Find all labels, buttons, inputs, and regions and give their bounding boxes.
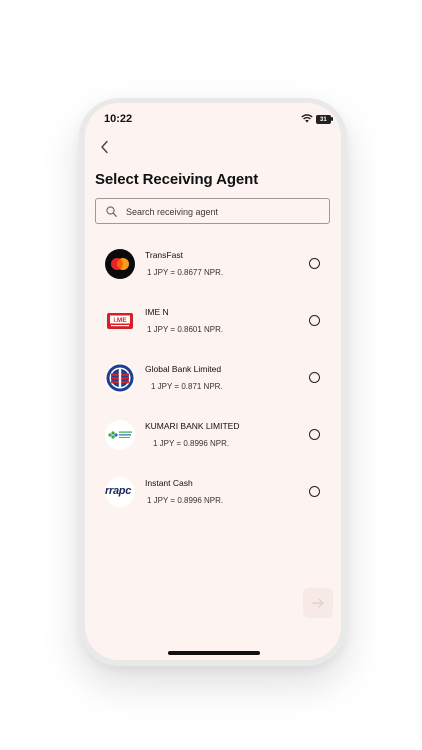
back-chevron-icon[interactable] <box>97 139 113 155</box>
agent-row-kumari-bank[interactable]: KUMARI BANK LIMITED 1 JPY = 0.8996 NPR. <box>85 420 341 477</box>
svg-text:i.ME: i.ME <box>113 317 127 324</box>
kumari-bank-logo <box>105 420 135 450</box>
page-title: Select Receiving Agent <box>95 171 259 188</box>
arrow-right-icon <box>312 598 324 608</box>
agent-rate: 1 JPY = 0.8996 NPR. <box>147 496 224 505</box>
ime-logo: i.ME <box>105 306 135 336</box>
agent-row-global-bank[interactable]: Global Bank Limited 1 JPY = 0.871 NPR. <box>85 363 341 420</box>
wifi-icon <box>301 114 313 123</box>
agent-name: Global Bank Limited <box>145 364 222 374</box>
global-bank-logo <box>105 363 135 393</box>
agent-name: KUMARI BANK LIMITED <box>145 421 240 431</box>
agent-radio[interactable] <box>309 486 320 497</box>
agent-rate: 1 JPY = 0.871 NPR. <box>151 382 223 391</box>
instant-cash-logo: rrapc <box>105 477 135 507</box>
agent-rate: 1 JPY = 0.8601 NPR. <box>147 325 224 334</box>
battery-icon: 31 <box>316 115 333 124</box>
agent-row-transfast[interactable]: TransFast 1 JPY = 0.8677 NPR. <box>85 249 341 306</box>
instant-cash-logo-text: rrapc <box>105 485 132 497</box>
app-screen: 10:22 31 Select Receiving Agent Search r… <box>85 103 341 660</box>
agent-radio[interactable] <box>309 258 320 269</box>
battery-level: 31 <box>320 117 327 123</box>
agent-rate: 1 JPY = 0.8996 NPR. <box>153 439 230 448</box>
agent-name: TransFast <box>145 250 183 260</box>
agent-row-ime[interactable]: i.ME IME N 1 JPY = 0.8601 NPR. <box>85 306 341 363</box>
agent-radio[interactable] <box>309 372 320 383</box>
home-indicator <box>168 651 260 655</box>
search-input[interactable] <box>126 204 316 219</box>
search-icon <box>106 206 117 217</box>
next-button[interactable] <box>303 588 333 618</box>
agent-radio[interactable] <box>309 315 320 326</box>
search-box[interactable] <box>95 198 330 224</box>
status-time: 10:22 <box>104 113 133 125</box>
status-bar: 10:22 31 <box>85 103 341 133</box>
agent-radio[interactable] <box>309 429 320 440</box>
agent-name: Instant Cash <box>145 478 193 488</box>
agent-rate: 1 JPY = 0.8677 NPR. <box>147 268 224 277</box>
agent-name: IME N <box>145 307 169 317</box>
mastercard-logo <box>105 249 135 279</box>
agent-row-instant-cash[interactable]: rrapc Instant Cash 1 JPY = 0.8996 NPR. <box>85 477 341 534</box>
